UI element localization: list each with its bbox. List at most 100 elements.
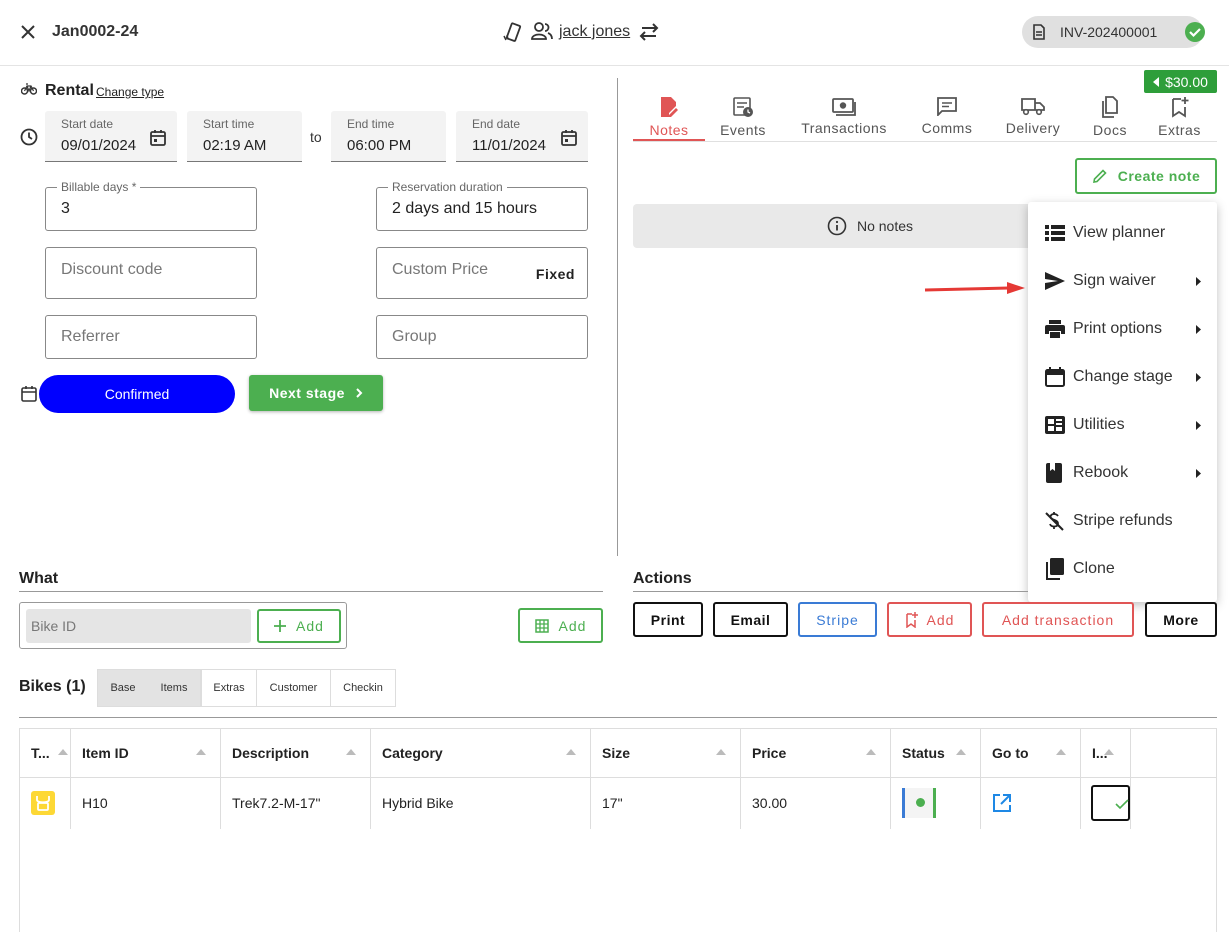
column-header-go-to[interactable]: Go to [981, 729, 1081, 777]
start-date-field[interactable]: Start date 09/01/2024 [45, 111, 177, 162]
calendar-icon[interactable] [149, 129, 167, 147]
close-icon[interactable] [19, 23, 37, 41]
rental-type: Rental [45, 82, 94, 99]
view-checkin[interactable]: Checkin [330, 669, 396, 707]
bike-id-group: Bike ID Add [19, 602, 347, 649]
reservation-duration-field[interactable]: Reservation duration 2 days and 15 hours [376, 180, 588, 231]
actions-divider [633, 591, 1028, 592]
column-header-inspected[interactable]: I... [1081, 729, 1131, 777]
calendar-icon [20, 385, 38, 403]
group-input[interactable]: Group [376, 315, 588, 359]
column-header-item-id[interactable]: Item ID [71, 729, 221, 777]
invoice-number: INV-202400001 [1060, 24, 1158, 40]
email-button[interactable]: Email [713, 602, 788, 637]
stage-confirmed-button[interactable]: Confirmed [39, 375, 235, 413]
cell-status [891, 777, 981, 829]
column-header-status[interactable]: Status [891, 729, 981, 777]
money-off-icon [1045, 511, 1065, 531]
fixed-toggle[interactable]: Fixed [536, 266, 575, 282]
menu-item-print-options[interactable]: Print options [1028, 305, 1217, 353]
column-header-category[interactable]: Category [371, 729, 591, 777]
custom-price-input[interactable]: Custom Price Fixed [376, 247, 588, 299]
clock-icon [20, 128, 38, 146]
actions-title: Actions [633, 570, 692, 587]
table-row[interactable] [20, 777, 71, 829]
swap-icon[interactable] [638, 22, 660, 42]
tab-notes[interactable]: Notes [633, 96, 705, 140]
billable-days-field[interactable]: Billable days * 3 [45, 180, 257, 231]
menu-item-rebook[interactable]: Rebook [1028, 449, 1217, 497]
status-indicator[interactable] [902, 788, 936, 818]
cell-size: 17" [591, 777, 741, 829]
open-external-icon[interactable] [992, 793, 1012, 813]
sort-up-icon [196, 749, 206, 755]
view-extras[interactable]: Extras [201, 669, 257, 707]
print-button[interactable]: Print [633, 602, 703, 637]
what-divider [19, 591, 603, 592]
tab-comms[interactable]: Comms [915, 96, 979, 140]
cell-item-id: H10 [71, 777, 221, 829]
booking-id: Jan0002-24 [52, 23, 139, 40]
tab-delivery[interactable]: Delivery [998, 96, 1068, 140]
grid-icon [534, 618, 549, 633]
sort-up-icon [566, 749, 576, 755]
view-base[interactable]: Base [97, 669, 148, 707]
next-stage-button[interactable]: Next stage [249, 375, 383, 411]
menu-item-stripe-refunds[interactable]: Stripe refunds [1028, 497, 1217, 545]
start-time-field[interactable]: Start time 02:19 AM [187, 111, 302, 162]
tab-events[interactable]: Events [712, 96, 774, 140]
create-note-button[interactable]: Create note [1075, 158, 1217, 194]
caret-right-icon [1196, 468, 1201, 478]
view-customer[interactable]: Customer [256, 669, 331, 707]
cell-go-to [981, 777, 1081, 829]
panel-divider [617, 78, 618, 556]
stripe-button[interactable]: Stripe [798, 602, 877, 637]
balance-badge[interactable]: $30.00 [1144, 70, 1217, 93]
change-type-link[interactable]: Change type [96, 85, 164, 99]
bike-id-input[interactable]: Bike ID [26, 609, 251, 643]
more-menu: View planner Sign waiver Print options C… [1028, 202, 1217, 602]
device-rotate-icon [502, 22, 524, 42]
end-time-field[interactable]: End time 06:00 PM [331, 111, 446, 162]
menu-item-utilities[interactable]: Utilities [1028, 401, 1217, 449]
cell-price: 30.00 [741, 777, 891, 829]
calendar-icon[interactable] [560, 129, 578, 147]
menu-item-view-planner[interactable]: View planner [1028, 209, 1217, 257]
invoice-chip[interactable]: INV-202400001 [1022, 16, 1203, 48]
menu-item-sign-waiver[interactable]: Sign waiver [1028, 257, 1217, 305]
add-from-grid-button[interactable]: Add [518, 608, 603, 643]
customer-link[interactable]: jack jones [559, 23, 630, 41]
cell-category: Hybrid Bike [371, 777, 591, 829]
menu-item-clone[interactable]: Clone [1028, 545, 1217, 593]
column-header-size[interactable]: Size [591, 729, 741, 777]
sort-up-icon [716, 749, 726, 755]
referrer-input[interactable]: Referrer [45, 315, 257, 359]
add-transaction-button[interactable]: Add transaction [982, 602, 1134, 637]
money-icon [832, 96, 856, 116]
tab-extras[interactable]: Extras [1152, 96, 1207, 140]
add-bike-button[interactable]: Add [257, 609, 341, 643]
add-extra-button[interactable]: Add [887, 602, 972, 637]
column-header-type[interactable]: T... [20, 729, 71, 777]
document-icon [1032, 24, 1046, 40]
view-items[interactable]: Items [148, 669, 201, 707]
sort-up-icon [866, 749, 876, 755]
sort-up-icon [956, 749, 966, 755]
list-icon [1045, 224, 1065, 242]
calendar-icon [1045, 367, 1065, 387]
column-header-description[interactable]: Description [221, 729, 371, 777]
sort-up-icon [1056, 749, 1066, 755]
check-circle-icon [1185, 22, 1205, 42]
tab-transactions[interactable]: Transactions [790, 96, 898, 140]
caret-right-icon [1196, 372, 1201, 382]
end-date-field[interactable]: End date 11/01/2024 [456, 111, 588, 162]
send-icon [1045, 272, 1065, 290]
tab-docs[interactable]: Docs [1085, 96, 1135, 140]
discount-code-input[interactable]: Discount code [45, 247, 257, 299]
item-type-icon [31, 791, 55, 815]
more-button[interactable]: More [1145, 602, 1217, 637]
menu-item-change-stage[interactable]: Change stage [1028, 353, 1217, 401]
column-header-price[interactable]: Price [741, 729, 891, 777]
inspected-toggle[interactable] [1091, 785, 1130, 821]
to-label: to [310, 129, 322, 145]
